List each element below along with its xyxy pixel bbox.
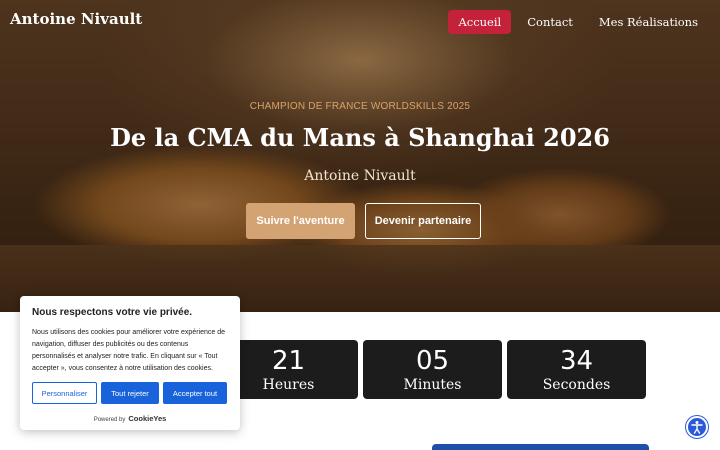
hero-subtitle: Antoine Nivault bbox=[304, 168, 416, 184]
countdown-minutes-value: 05 bbox=[415, 346, 450, 376]
countdown-minutes: 05 Minutes bbox=[363, 340, 502, 399]
countdown-minutes-label: Minutes bbox=[403, 377, 462, 393]
hero-kicker: CHAMPION DE FRANCE WORLDSKILLS 2025 bbox=[249, 101, 471, 112]
cookie-footer: Powered by CookieYes bbox=[20, 414, 240, 423]
cookie-customize-button[interactable]: Personnaliser bbox=[32, 382, 97, 404]
become-partner-button[interactable]: Devenir partenaire bbox=[365, 203, 481, 239]
nav-accueil[interactable]: Accueil bbox=[448, 10, 512, 34]
hero-overlay bbox=[0, 0, 720, 312]
hero-section bbox=[0, 0, 720, 312]
cookie-title: Nous respectons votre vie privée. bbox=[32, 307, 193, 318]
accessibility-icon bbox=[691, 421, 703, 434]
cookieyes-logo[interactable]: CookieYes bbox=[128, 414, 166, 423]
main-nav: Accueil Contact Mes Réalisations bbox=[448, 10, 708, 34]
accessibility-button[interactable] bbox=[686, 416, 708, 438]
cookie-text: Nous utilisons des cookies pour améliore… bbox=[32, 329, 225, 372]
cookie-accept-button[interactable]: Accepter tout bbox=[163, 382, 227, 404]
hero-title: De la CMA du Mans à Shanghai 2026 bbox=[110, 123, 610, 152]
nav-contact[interactable]: Contact bbox=[517, 10, 583, 34]
countdown-seconds: 34 Secondes bbox=[507, 340, 646, 399]
cookie-reject-button[interactable]: Tout rejeter bbox=[101, 382, 159, 404]
powered-by-text: Powered by bbox=[93, 417, 126, 423]
cookie-consent-banner: Nous respectons votre vie privée. Nous u… bbox=[20, 296, 240, 430]
nav-realisations[interactable]: Mes Réalisations bbox=[589, 10, 708, 34]
site-logo[interactable]: Antoine Nivault bbox=[10, 10, 142, 28]
follow-adventure-button[interactable]: Suivre l'aventure bbox=[246, 203, 355, 239]
partner-banner-edge bbox=[432, 444, 649, 450]
cookie-buttons: Personnaliser Tout rejeter Accepter tout bbox=[32, 382, 227, 404]
countdown-seconds-value: 34 bbox=[559, 346, 594, 376]
countdown-seconds-label: Secondes bbox=[542, 377, 611, 393]
